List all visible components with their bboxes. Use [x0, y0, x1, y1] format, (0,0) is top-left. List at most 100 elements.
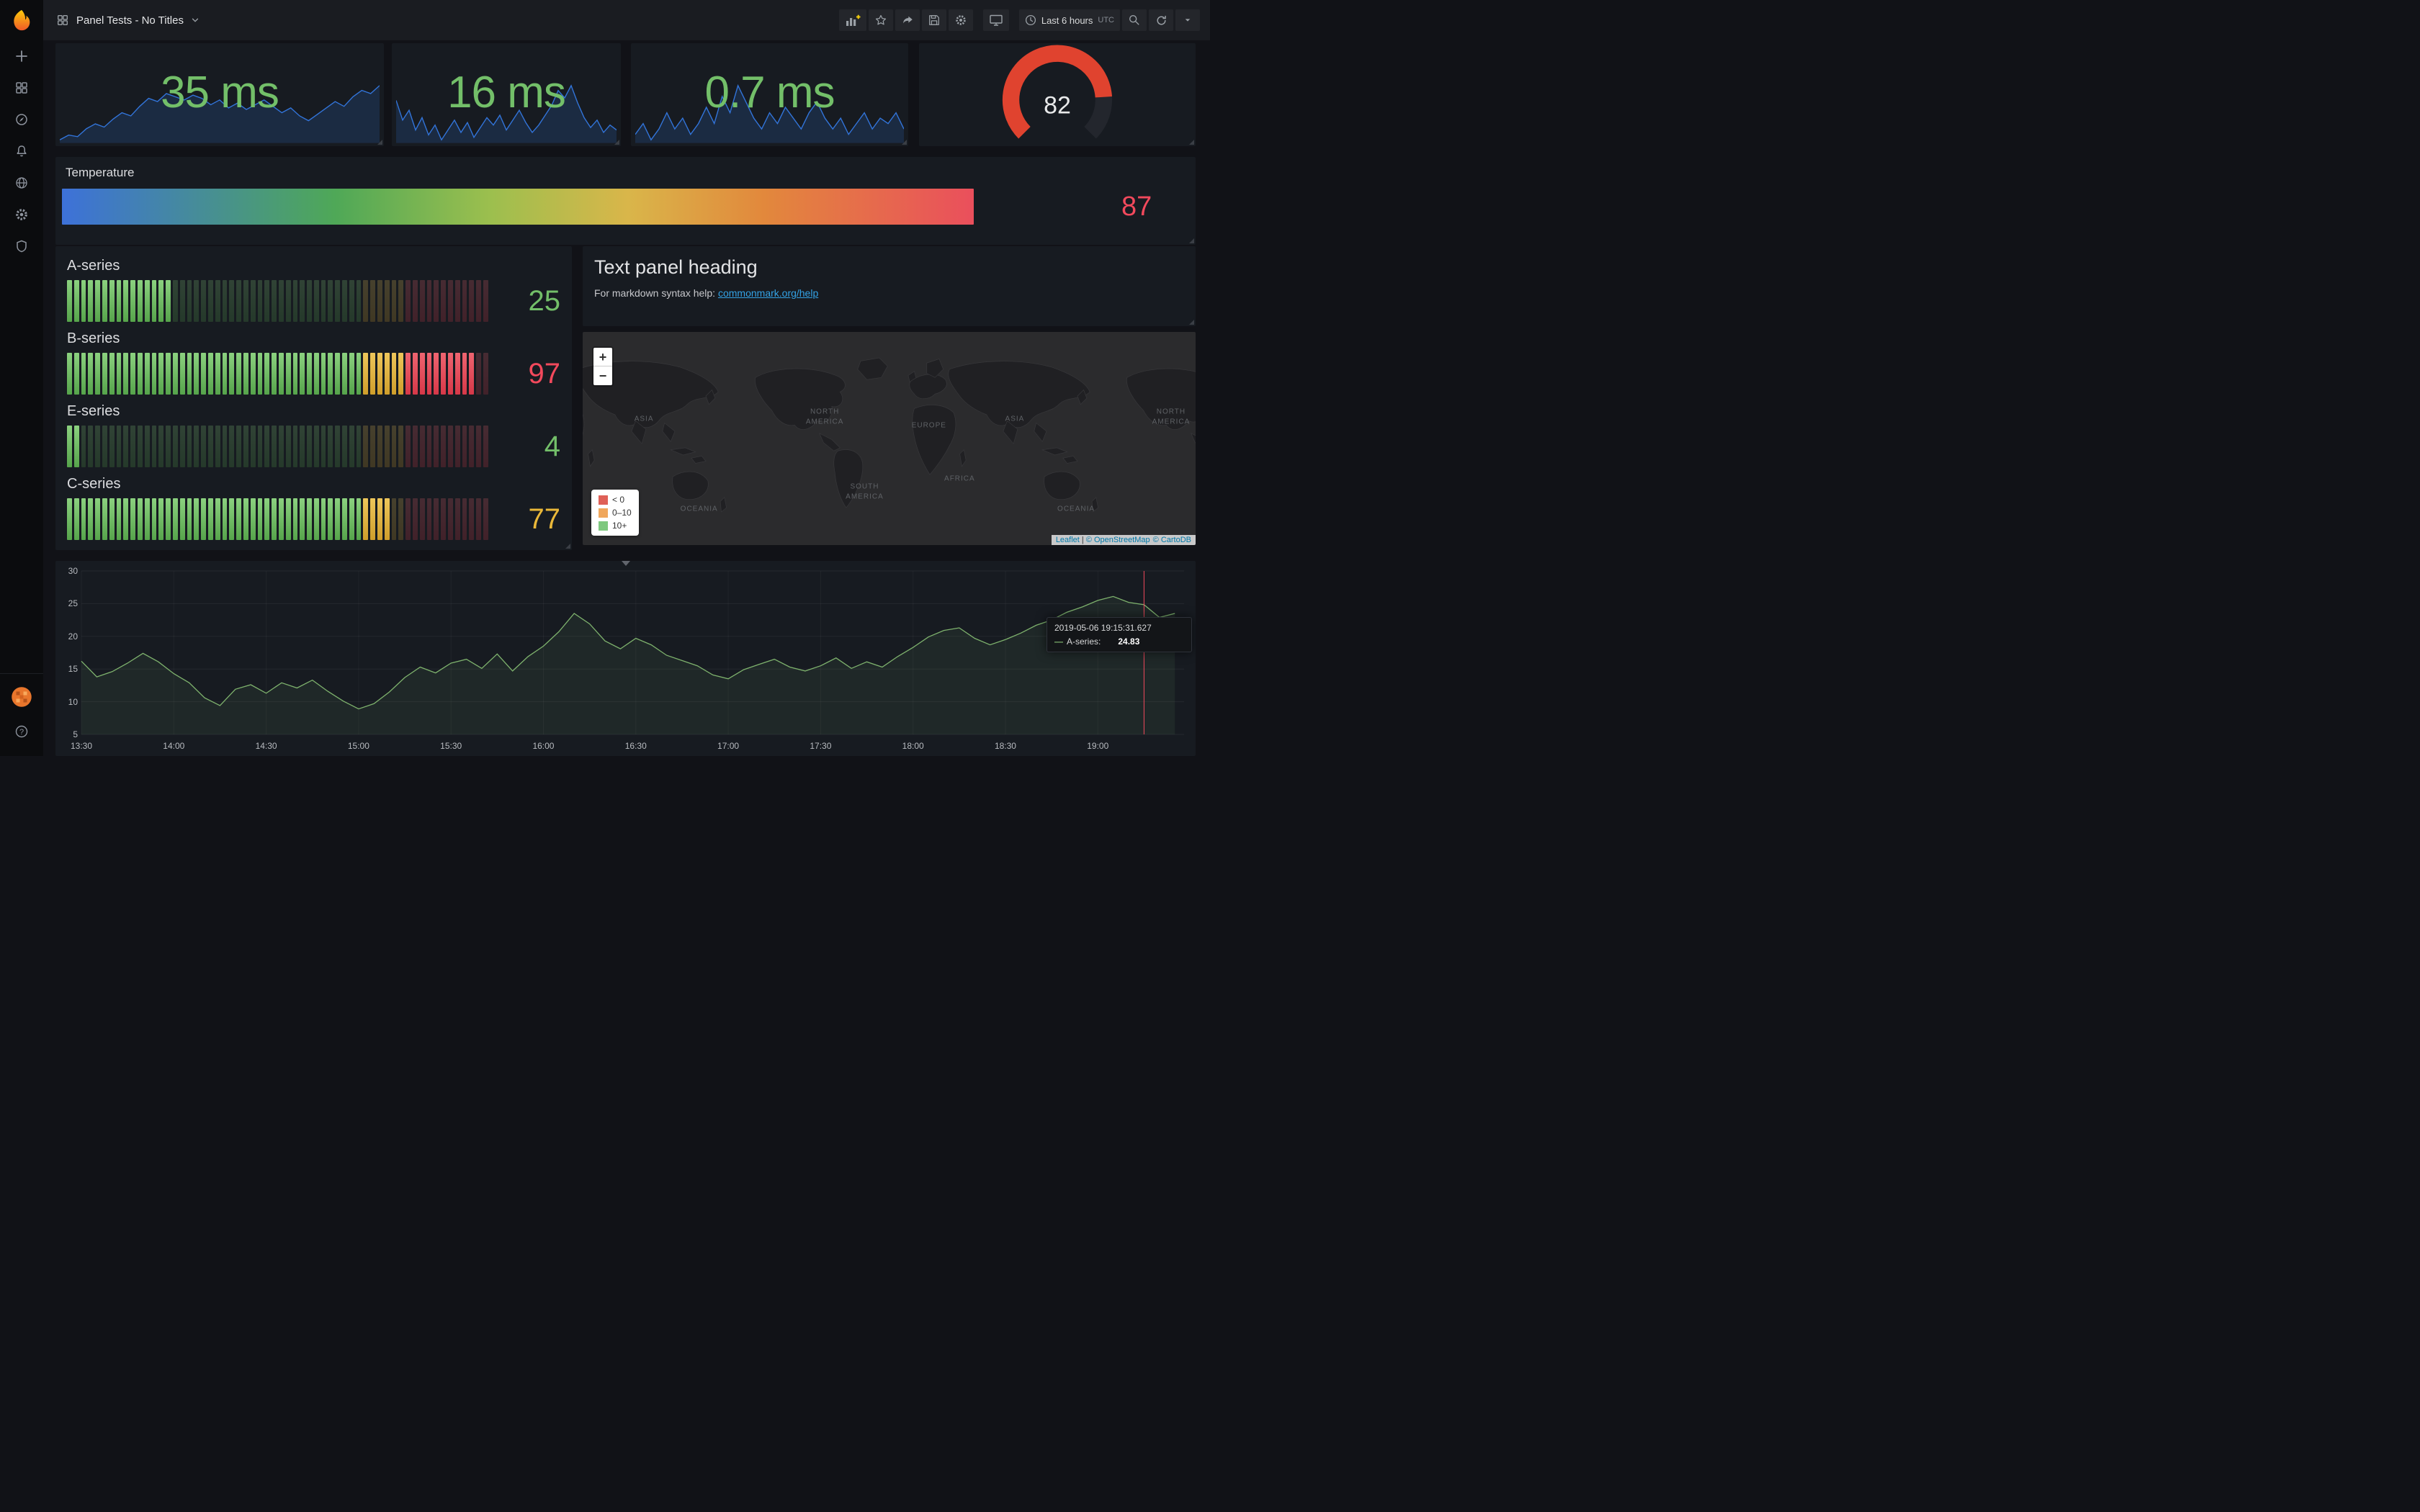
lcd-cell: [158, 280, 164, 322]
save-dashboard-button[interactable]: [921, 9, 946, 31]
y-axis-tick-label: 5: [73, 729, 78, 739]
lcd-cell: [356, 426, 362, 467]
sidebar-item-dashboards[interactable]: [0, 72, 43, 104]
add-panel-button[interactable]: [838, 9, 866, 31]
sidebar-item-create[interactable]: [0, 40, 43, 72]
lcd-cell: [123, 353, 129, 395]
caret-down-icon: [1185, 19, 1191, 22]
lcd-cell: [73, 280, 79, 322]
panel-menu-caret[interactable]: [621, 561, 630, 570]
star-dashboard-button[interactable]: [868, 9, 893, 31]
lcd-cell: [363, 498, 369, 540]
lcd-cell: [469, 498, 475, 540]
zoom-out-time-button[interactable]: [1122, 9, 1147, 31]
lcd-cell: [483, 426, 488, 467]
map-canvas[interactable]: ASIA NORTH AMERICA EUROPE ASIA AFRICA SOUTH A…: [583, 332, 1196, 545]
lcd-cell: [236, 353, 241, 395]
x-axis-tick-label: 13:30: [70, 741, 93, 751]
lcd-cell: [257, 353, 263, 395]
lcd-cell: [391, 426, 397, 467]
share-dashboard-button[interactable]: [895, 9, 920, 31]
lcd-cell: [272, 426, 277, 467]
lcd-cell: [187, 426, 192, 467]
panel-resize-handle[interactable]: [1189, 238, 1194, 243]
sidebar-item-help[interactable]: ?: [0, 716, 43, 747]
lcd-cell: [229, 353, 235, 395]
lcd-cell: [67, 280, 72, 322]
timeseries-chart[interactable]: [55, 561, 1196, 756]
sidebar-item-profile[interactable]: [0, 681, 43, 713]
lcd-cell: [257, 426, 263, 467]
lcd-cell: [201, 353, 206, 395]
lcd-cell: [462, 426, 467, 467]
lcd-cell: [285, 280, 291, 322]
lcd-cell: [88, 426, 94, 467]
lcd-cell: [278, 498, 284, 540]
panel-resize-handle[interactable]: [1189, 320, 1194, 325]
lcd-cell: [123, 498, 129, 540]
lcd-cell: [179, 280, 185, 322]
leaflet-link[interactable]: Leaflet: [1056, 536, 1080, 544]
temperature-bar: [62, 189, 974, 225]
time-picker-button[interactable]: Last 6 hours UTC: [1018, 9, 1120, 31]
map-legend-item: 10+: [599, 521, 632, 531]
x-axis-tick-label: 17:30: [810, 741, 832, 751]
sidebar-item-server-admin[interactable]: [0, 230, 43, 262]
lcd-cell: [441, 498, 447, 540]
lcd-cell: [321, 353, 326, 395]
sidebar-item-worldmap[interactable]: [0, 167, 43, 199]
lcd-cell: [257, 280, 263, 322]
lcd-cell: [413, 280, 418, 322]
lcd-cell: [391, 280, 397, 322]
cartodb-link[interactable]: © CartoDB: [1153, 536, 1191, 544]
lcd-cell: [250, 353, 256, 395]
lcd-cell: [264, 426, 270, 467]
bar-gauge-value: 77: [528, 503, 561, 535]
lcd-cell: [441, 426, 447, 467]
lcd-cell: [462, 498, 467, 540]
chevron-down-icon[interactable]: [191, 16, 200, 24]
lcd-cell: [454, 498, 460, 540]
markdown-help-link[interactable]: commonmark.org/help: [718, 287, 818, 299]
lcd-cell: [356, 280, 362, 322]
lcd-cell: [201, 426, 206, 467]
sidebar-item-explore[interactable]: [0, 104, 43, 135]
refresh-button[interactable]: [1149, 9, 1173, 31]
lcd-cell: [363, 426, 369, 467]
x-axis-tick-label: 18:30: [994, 741, 1016, 751]
cycle-view-mode-button[interactable]: [982, 9, 1009, 31]
dashboard-settings-button[interactable]: [948, 9, 973, 31]
lcd-cell: [250, 498, 256, 540]
lcd-cell: [67, 426, 72, 467]
lcd-cell: [405, 498, 411, 540]
lcd-cell: [321, 280, 326, 322]
lcd-cell: [116, 353, 122, 395]
openstreetmap-link[interactable]: © OpenStreetMap: [1086, 536, 1150, 544]
lcd-cell: [95, 353, 100, 395]
panel-resize-handle[interactable]: [1189, 140, 1194, 145]
lcd-cell: [384, 280, 390, 322]
star-icon: [875, 14, 886, 25]
panel-resize-handle[interactable]: [565, 544, 570, 549]
panel-title[interactable]: Temperature: [55, 157, 134, 180]
lcd-cell: [405, 280, 411, 322]
lcd-cell: [207, 498, 213, 540]
lcd-cell: [328, 280, 333, 322]
grafana-logo[interactable]: [0, 0, 43, 40]
sidebar-item-alerting[interactable]: [0, 135, 43, 167]
map-attribution: Leaflet | © OpenStreetMap © CartoDB: [1051, 535, 1196, 545]
zoom-in-button[interactable]: +: [593, 348, 612, 366]
map-region-label: ASIA: [1005, 415, 1025, 423]
sidebar-item-configuration[interactable]: [0, 199, 43, 230]
y-axis-tick-label: 20: [68, 631, 78, 642]
lcd-cell: [454, 353, 460, 395]
grafana-flame-icon: [14, 9, 30, 31]
refresh-interval-dropdown[interactable]: [1175, 9, 1200, 31]
lcd-cell: [102, 280, 107, 322]
lcd-cell: [419, 280, 425, 322]
dashboard-title[interactable]: Panel Tests - No Titles: [76, 14, 184, 27]
gear-icon: [956, 15, 966, 25]
lcd-cell: [187, 353, 192, 395]
zoom-out-button[interactable]: −: [593, 366, 612, 385]
lcd-cell: [342, 353, 347, 395]
